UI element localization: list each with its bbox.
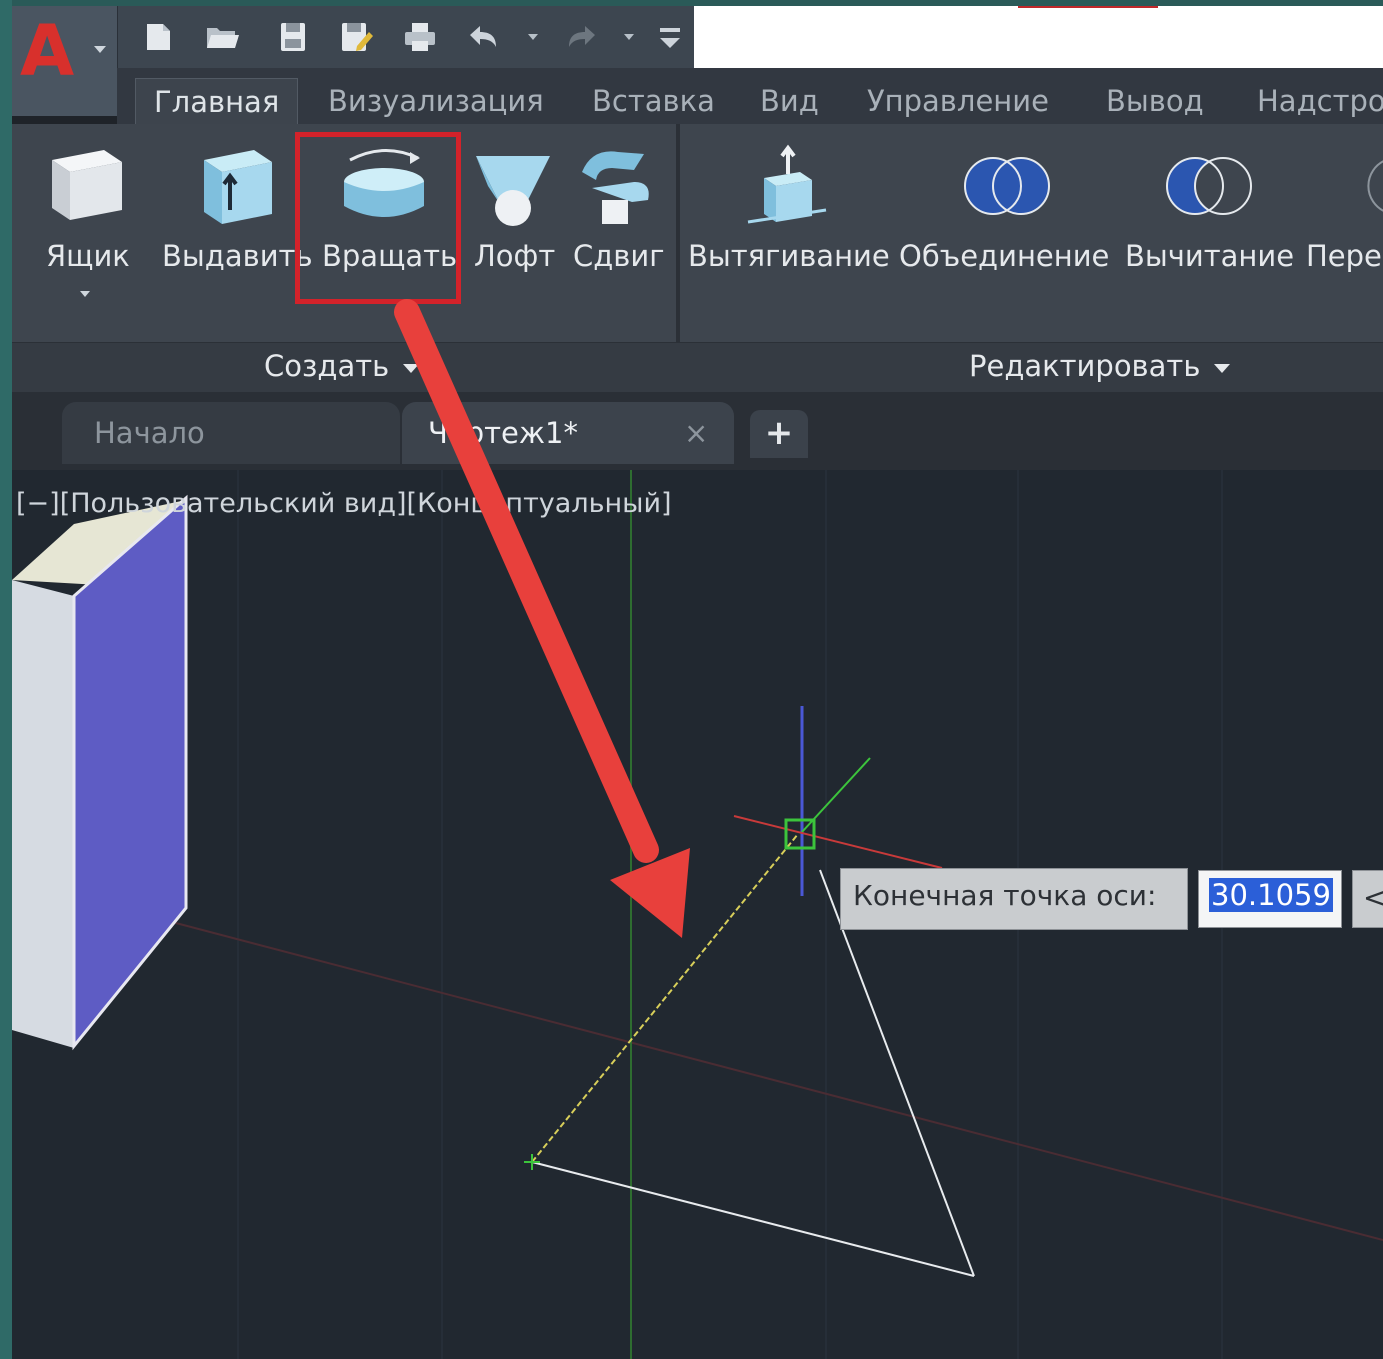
customize-icon[interactable] xyxy=(652,20,690,54)
tab-insert[interactable]: Вставка xyxy=(592,78,715,124)
title-accent xyxy=(1018,6,1158,8)
title-bar xyxy=(694,6,1383,68)
prompt-value: 30.1059 xyxy=(1209,878,1333,912)
edit-panel-label: Редактировать xyxy=(969,349,1201,383)
box-tool-label[interactable]: Ящик xyxy=(46,239,130,273)
tab-output[interactable]: Вывод xyxy=(1106,78,1204,124)
chevron-down-icon xyxy=(1214,363,1231,373)
undo-dropdown-icon[interactable] xyxy=(528,34,538,40)
chevron-down-icon xyxy=(94,46,106,53)
ucs-x-axis xyxy=(733,815,943,869)
union-tool-label[interactable]: Объединение xyxy=(899,239,1109,273)
sweep-icon[interactable] xyxy=(572,142,660,228)
box-icon[interactable] xyxy=(42,140,130,226)
undo-icon[interactable] xyxy=(464,20,502,54)
tab-addins[interactable]: Надстро xyxy=(1257,78,1383,124)
app-logo-icon: A xyxy=(20,10,75,92)
new-icon[interactable] xyxy=(139,20,177,54)
box-dropdown-icon[interactable] xyxy=(80,291,90,297)
prompt-label: Конечная точка оси: xyxy=(853,879,1157,912)
profile-edge xyxy=(819,869,975,1277)
close-icon[interactable]: × xyxy=(684,416,708,450)
application-menu-button[interactable]: A xyxy=(12,6,118,116)
tab-start-label: Начало xyxy=(94,416,205,450)
chevron-down-icon xyxy=(403,363,420,373)
tab-manage[interactable]: Управление xyxy=(867,78,1049,124)
new-tab-button[interactable]: + xyxy=(750,410,808,458)
subtract-tool-label[interactable]: Вычитание xyxy=(1125,239,1294,273)
tab-start[interactable]: Начало xyxy=(62,402,400,464)
create-panel-label: Создать xyxy=(264,349,390,383)
drawing-viewport[interactable]: [−][Пользовательский вид][Концептуальный… xyxy=(12,470,1383,1359)
tab-view[interactable]: Вид xyxy=(760,78,819,124)
revolve-highlight-box xyxy=(295,132,461,304)
union-icon[interactable] xyxy=(962,154,1052,218)
profile-edge xyxy=(531,1161,975,1277)
sweep-tool-label[interactable]: Сдвиг xyxy=(573,239,664,273)
tab-drawing1-label: Чертеж1* xyxy=(428,416,578,450)
extrude-tool-label[interactable]: Выдавить xyxy=(162,239,313,273)
intersect-tool-label[interactable]: Пере xyxy=(1306,239,1382,273)
tab-drawing1[interactable]: Чертеж1* × xyxy=(402,402,734,464)
angle-input-marker: < xyxy=(1363,881,1383,914)
dynamic-input-prompt: Конечная точка оси: xyxy=(840,868,1188,930)
window-border xyxy=(0,0,12,1359)
presspull-tool-label[interactable]: Вытягивание xyxy=(688,239,890,273)
presspull-icon[interactable] xyxy=(744,144,830,230)
box-front-face xyxy=(12,580,74,1048)
tab-visualize[interactable]: Визуализация xyxy=(328,78,544,124)
autocad-window: A Главная Визуализация Вставка Вид Управ… xyxy=(12,6,1383,1359)
redo-icon[interactable] xyxy=(563,20,601,54)
ribbon-tab-bar: Главная Визуализация Вставка Вид Управле… xyxy=(117,68,1383,125)
open-icon[interactable] xyxy=(203,20,241,54)
box-side-face xyxy=(72,494,188,1051)
file-tab-bar: Начало Чертеж1* × + xyxy=(12,392,1383,470)
viewport-controls[interactable]: [−][Пользовательский вид][Концептуальный… xyxy=(16,488,672,519)
angle-input-field[interactable]: < xyxy=(1352,870,1383,928)
dynamic-input-field[interactable]: 30.1059 xyxy=(1198,870,1342,928)
subtract-icon[interactable] xyxy=(1164,154,1254,218)
extrude-icon[interactable] xyxy=(184,140,280,230)
intersect-icon[interactable] xyxy=(1360,154,1383,218)
create-panel-title[interactable]: Создать xyxy=(264,349,420,383)
loft-icon[interactable] xyxy=(470,146,556,232)
save-as-icon[interactable] xyxy=(337,20,375,54)
save-icon[interactable] xyxy=(274,20,312,54)
world-x-axis xyxy=(171,921,1383,1241)
edit-panel-title[interactable]: Редактировать xyxy=(969,349,1231,383)
tab-home[interactable]: Главная xyxy=(135,78,299,125)
redo-dropdown-icon[interactable] xyxy=(624,34,634,40)
loft-tool-label[interactable]: Лофт xyxy=(474,239,555,273)
print-icon[interactable] xyxy=(401,20,439,54)
rotation-axis-line xyxy=(531,833,799,1163)
